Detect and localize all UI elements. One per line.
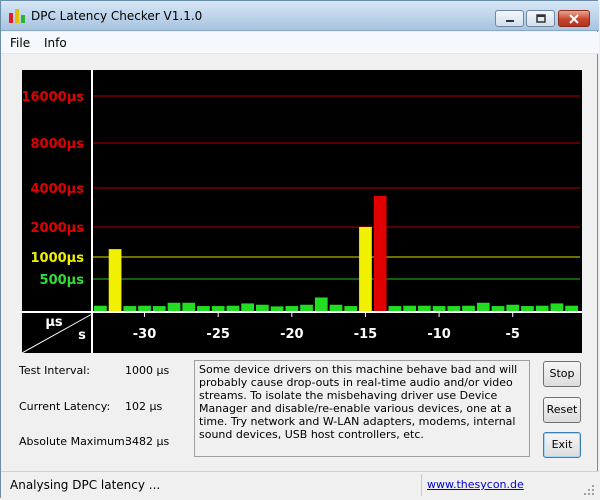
website-link[interactable]: www.thesycon.de — [427, 478, 524, 491]
minimize-button[interactable] — [495, 10, 524, 27]
x-tick-label: -25 — [206, 327, 230, 342]
latency-bar — [359, 227, 372, 312]
latency-bar — [476, 302, 490, 312]
minimize-icon — [505, 20, 514, 22]
close-button[interactable] — [558, 10, 590, 27]
close-icon — [569, 14, 579, 24]
x-tick-label: -15 — [354, 327, 378, 342]
y-level-label: 1000µs — [31, 251, 85, 266]
x-axis-unit-label: s — [78, 328, 86, 343]
description-text: Some device drivers on this machine beha… — [194, 360, 530, 457]
maximize-icon — [535, 14, 546, 23]
status-separator — [421, 474, 422, 496]
x-tick-label: -10 — [427, 327, 451, 342]
latency-bar — [329, 304, 343, 312]
latency-bar — [167, 302, 181, 312]
reset-button[interactable]: Reset — [543, 397, 581, 423]
status-text: Analysing DPC latency ... — [10, 478, 161, 492]
menu-file[interactable]: File — [10, 36, 30, 50]
y-level-label: 16000µs — [22, 90, 84, 105]
y-level-label: 4000µs — [31, 182, 85, 197]
latency-bar — [256, 304, 269, 312]
current-latency-label: Current Latency: — [19, 400, 111, 413]
menu-bar: File Info — [1, 32, 599, 54]
x-tick-label: -30 — [133, 327, 157, 342]
latency-bar — [300, 304, 313, 312]
latency-chart-panel: 16000µs 8000µs 4000µs 2000µs 1000µs 500µs µs s -… — [8, 56, 594, 355]
y-level-label: 2000µs — [31, 221, 85, 236]
stop-button[interactable]: Stop — [543, 361, 581, 387]
resize-grip-icon[interactable] — [583, 484, 595, 496]
exit-button[interactable]: Exit — [543, 432, 581, 458]
y-level-label: 8000µs — [31, 137, 85, 152]
latency-bar — [182, 302, 196, 312]
latency-bar — [506, 304, 520, 312]
x-tick-label: -5 — [506, 327, 520, 342]
absolute-maximum-value: 3482 µs — [125, 435, 170, 448]
status-bar: Analysing DPC latency ... www.thesycon.d… — [1, 471, 599, 499]
latency-bar — [550, 303, 564, 312]
latency-bar — [373, 195, 387, 312]
test-interval-label: Test Interval: — [19, 364, 90, 377]
x-tick-label: -20 — [280, 327, 304, 342]
latency-chart: 16000µs 8000µs 4000µs 2000µs 1000µs 500µs µss -… — [22, 70, 582, 353]
latency-bar — [314, 297, 328, 312]
window-title: DPC Latency Checker V1.1.0 — [31, 9, 203, 23]
maximize-button[interactable] — [526, 10, 555, 27]
latency-bar — [241, 303, 254, 312]
bar-chart-app-icon — [9, 9, 25, 23]
test-interval-value: 1000 µs — [125, 364, 170, 377]
latency-bar — [108, 249, 122, 312]
app-window: DPC Latency Checker V1.1.0 File Info 160… — [0, 0, 599, 499]
absolute-maximum-label: Absolute Maximum: — [19, 435, 129, 448]
current-latency-value: 102 µs — [125, 400, 163, 413]
title-bar[interactable]: DPC Latency Checker V1.1.0 — [1, 1, 599, 31]
y-level-label: 500µs — [40, 273, 85, 288]
y-axis-unit-label: µs — [45, 315, 63, 330]
menu-info[interactable]: Info — [44, 36, 67, 50]
